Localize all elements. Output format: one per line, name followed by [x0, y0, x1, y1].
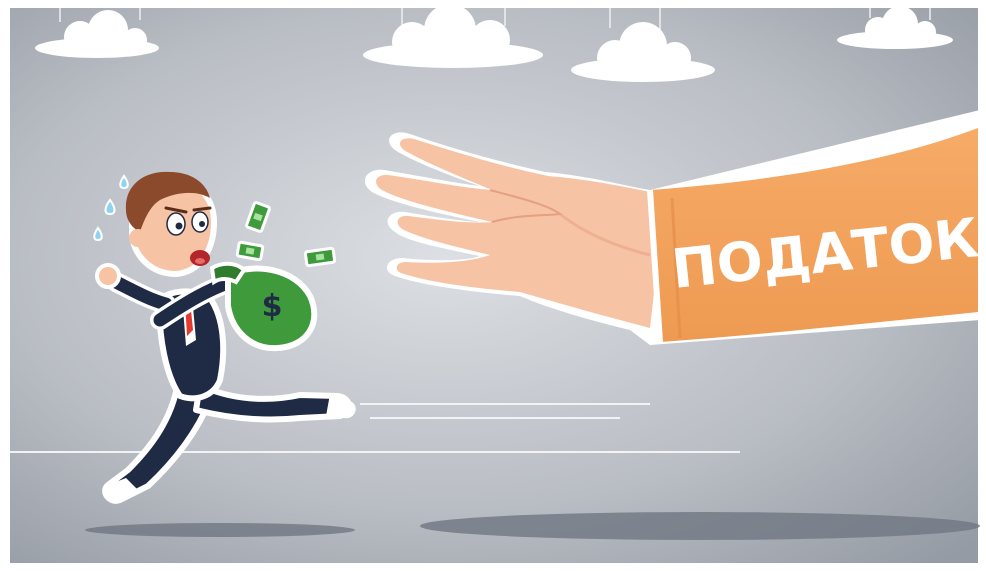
illustration-canvas: ПОДАТОК $: [0, 0, 986, 571]
hand-shadow: [420, 512, 980, 540]
runner-shadow: [85, 523, 355, 537]
bag-dollar-sign: $: [262, 289, 283, 324]
tax-illustration: ПОДАТОК $: [0, 0, 986, 571]
banknote-icon: [303, 246, 337, 268]
banknote-icon: [235, 240, 265, 262]
